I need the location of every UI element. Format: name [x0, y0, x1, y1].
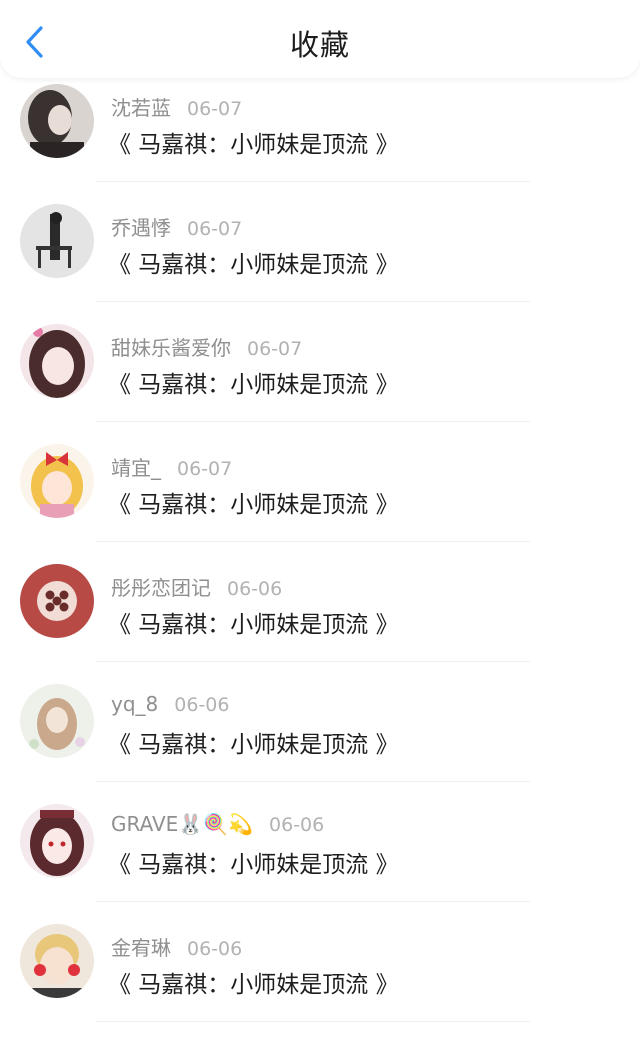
divider — [96, 901, 530, 902]
book-title[interactable]: 《 马嘉祺：小师妹是顶流 》 — [108, 605, 399, 639]
user-name[interactable]: 甜妹乐酱爱你 — [111, 336, 231, 360]
page-title: 收藏 — [289, 28, 350, 62]
book-title[interactable]: 《 马嘉祺：小师妹是顶流 》 — [108, 725, 399, 759]
book-title[interactable]: 《 马嘉祺：小师妹是顶流 》 — [108, 365, 399, 399]
book-title[interactable]: 《 马嘉祺：小师妹是顶流 》 — [108, 485, 399, 519]
favorite-item[interactable]: 甜妹乐酱爱你 06-07 《 马嘉祺：小师妹是顶流 》 — [0, 318, 640, 438]
avatar[interactable] — [20, 924, 94, 998]
favorite-date: 06-07 — [187, 218, 243, 240]
favorites-list: 沈若蓝 06-07 《 马嘉祺：小师妹是顶流 》 乔遇悸 06-07 《 马嘉祺：小… — [0, 78, 640, 1038]
favorite-item[interactable]: 靖宜_ 06-07 《 马嘉祺：小师妹是顶流 》 — [0, 438, 640, 558]
user-name[interactable]: 靖宜_ — [111, 456, 161, 480]
user-name[interactable]: GRAVE🐰🍭💫 — [111, 812, 253, 836]
divider — [96, 781, 530, 782]
favorite-item[interactable]: GRAVE🐰🍭💫 06-06 《 马嘉祺：小师妹是顶流 》 — [0, 798, 640, 918]
favorite-date: 06-06 — [269, 814, 325, 836]
book-title[interactable]: 《 马嘉祺：小师妹是顶流 》 — [108, 965, 399, 999]
divider — [96, 181, 530, 182]
divider — [96, 301, 530, 302]
avatar[interactable] — [20, 204, 94, 278]
user-name[interactable]: 乔遇悸 — [111, 216, 171, 240]
favorite-date: 06-07 — [177, 458, 233, 480]
divider — [96, 541, 530, 542]
avatar[interactable] — [20, 564, 94, 638]
divider — [96, 1021, 530, 1022]
favorite-item[interactable]: yq_8 06-06 《 马嘉祺：小师妹是顶流 》 — [0, 678, 640, 798]
user-name[interactable]: 彤彤恋团记 — [111, 576, 211, 600]
user-name[interactable]: yq_8 — [111, 692, 158, 716]
book-title[interactable]: 《 马嘉祺：小师妹是顶流 》 — [108, 125, 399, 159]
header-bar: 收藏 — [0, 0, 640, 78]
favorite-date: 06-06 — [174, 694, 230, 716]
avatar[interactable] — [20, 684, 94, 758]
avatar[interactable] — [20, 324, 94, 398]
favorite-date: 06-07 — [247, 338, 303, 360]
book-title[interactable]: 《 马嘉祺：小师妹是顶流 》 — [108, 245, 399, 279]
favorite-date: 06-06 — [187, 938, 243, 960]
avatar[interactable] — [20, 84, 94, 158]
user-name[interactable]: 金宥琳 — [111, 936, 171, 960]
divider — [96, 421, 530, 422]
book-title[interactable]: 《 马嘉祺：小师妹是顶流 》 — [108, 845, 399, 879]
avatar[interactable] — [20, 804, 94, 878]
favorite-item[interactable]: 金宥琳 06-06 《 马嘉祺：小师妹是顶流 》 — [0, 918, 640, 1038]
divider — [96, 661, 530, 662]
favorite-item[interactable]: 沈若蓝 06-07 《 马嘉祺：小师妹是顶流 》 — [0, 78, 640, 198]
avatar[interactable] — [20, 444, 94, 518]
user-name[interactable]: 沈若蓝 — [111, 96, 171, 120]
favorite-item[interactable]: 彤彤恋团记 06-06 《 马嘉祺：小师妹是顶流 》 — [0, 558, 640, 678]
favorite-item[interactable]: 乔遇悸 06-07 《 马嘉祺：小师妹是顶流 》 — [0, 198, 640, 318]
favorite-date: 06-07 — [187, 98, 243, 120]
favorite-date: 06-06 — [227, 578, 283, 600]
